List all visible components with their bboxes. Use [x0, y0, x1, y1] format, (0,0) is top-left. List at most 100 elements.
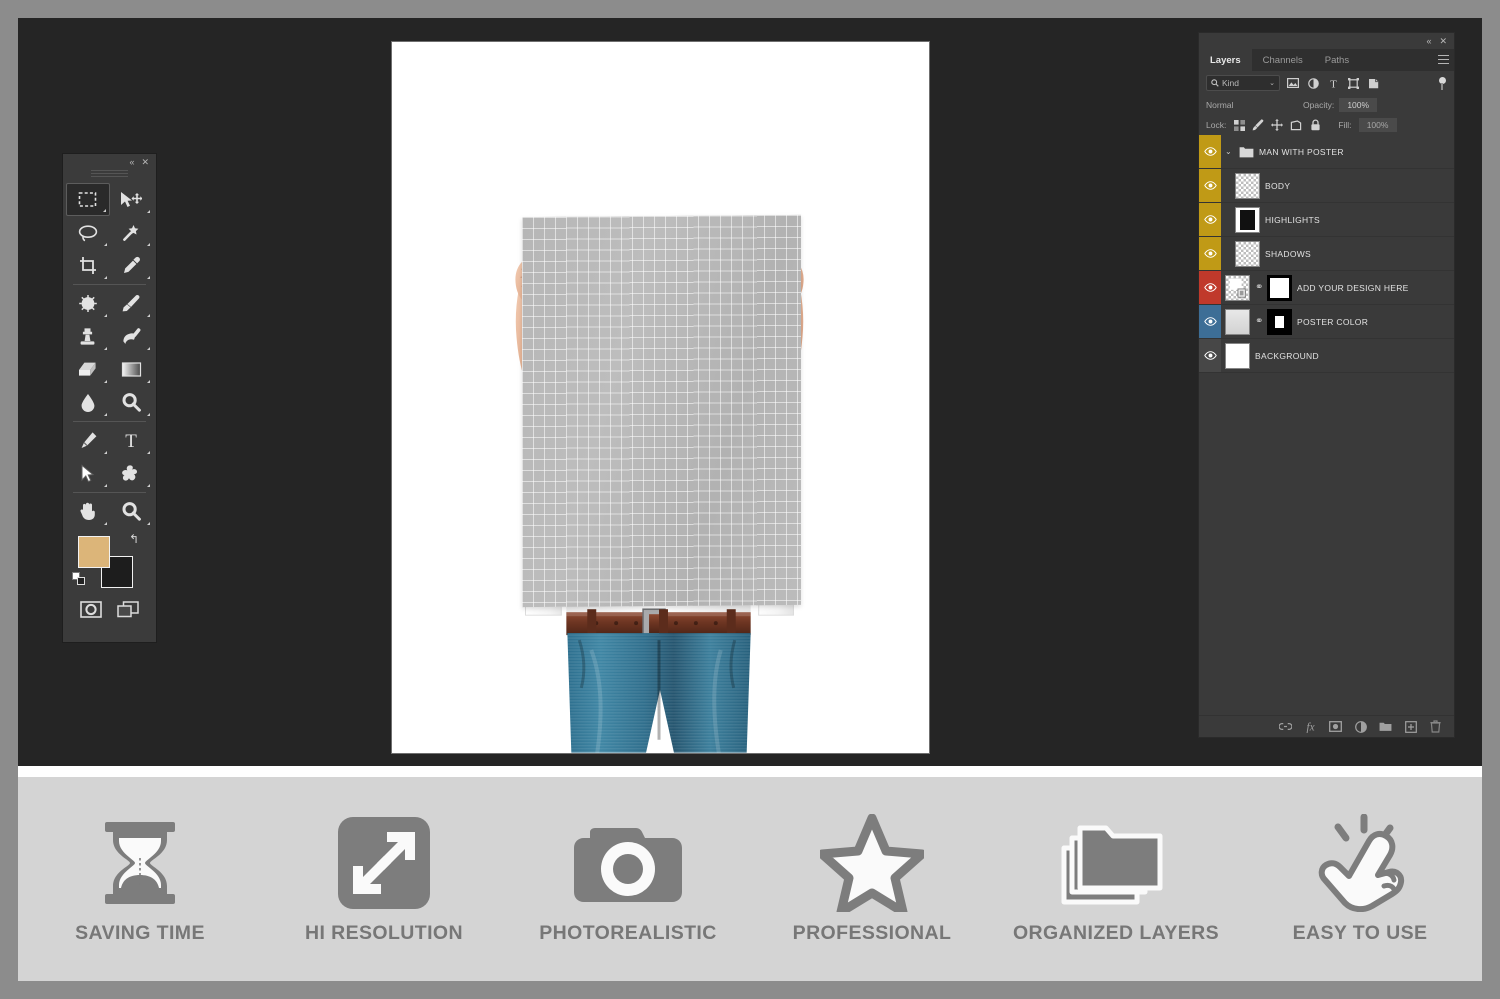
- zoom-tool[interactable]: [110, 495, 154, 528]
- layer-thumbnail[interactable]: [1235, 206, 1260, 233]
- table-row[interactable]: BACKGROUND: [1199, 339, 1454, 373]
- layer-row-body[interactable]: ⚭ POSTER COLOR: [1221, 305, 1454, 338]
- lock-all-icon[interactable]: [1309, 119, 1321, 131]
- foreground-color-swatch[interactable]: [78, 536, 110, 568]
- crop-tool[interactable]: [66, 249, 110, 282]
- layer-visibility-toggle[interactable]: [1199, 305, 1221, 338]
- table-row[interactable]: ⚭ POSTER COLOR: [1199, 305, 1454, 339]
- fill-input[interactable]: 100%: [1358, 118, 1397, 132]
- eyedropper-tool[interactable]: [110, 249, 154, 282]
- tab-paths[interactable]: Paths: [1313, 49, 1361, 71]
- table-row[interactable]: ⚭ ADD YOUR DESIGN HERE: [1199, 271, 1454, 305]
- panel-menu-icon[interactable]: [1438, 55, 1449, 64]
- add-layer-mask-icon[interactable]: [1329, 720, 1342, 733]
- layer-mask-thumbnail[interactable]: [1267, 274, 1292, 301]
- custom-shape-tool[interactable]: [110, 457, 154, 490]
- layer-visibility-toggle[interactable]: [1199, 271, 1221, 304]
- lock-transparency-icon[interactable]: [1233, 119, 1245, 131]
- mode-row: [66, 594, 153, 626]
- adjustment-filter-icon[interactable]: [1306, 76, 1320, 90]
- dodge-tool[interactable]: [110, 386, 154, 419]
- table-row[interactable]: SHADOWS: [1199, 237, 1454, 271]
- filter-kind-dropdown[interactable]: Kind ⌄: [1206, 75, 1280, 91]
- layer-visibility-toggle[interactable]: [1199, 135, 1221, 168]
- opacity-input[interactable]: 100%: [1339, 98, 1378, 112]
- layers-list[interactable]: ⌄ MAN WITH POSTER BODY HIGHLIGHTS SHADOWS ⚭ AD…: [1199, 135, 1454, 715]
- blend-mode-dropdown[interactable]: Normal: [1206, 98, 1298, 113]
- layer-visibility-toggle[interactable]: [1199, 339, 1221, 372]
- lock-artboard-nesting-icon[interactable]: [1290, 119, 1302, 131]
- move-tool[interactable]: [110, 183, 153, 216]
- tools-panel[interactable]: « ✕ T ↰: [62, 153, 157, 643]
- smart-object-filter-icon[interactable]: [1366, 76, 1380, 90]
- screen-mode-icon[interactable]: [111, 598, 145, 620]
- blur-tool[interactable]: [66, 386, 110, 419]
- table-row[interactable]: HIGHLIGHTS: [1199, 203, 1454, 237]
- tab-channels[interactable]: Channels: [1251, 49, 1314, 71]
- new-layer-icon[interactable]: [1404, 720, 1417, 733]
- spot-healing-brush-tool[interactable]: [66, 287, 110, 320]
- filter-enable-toggle[interactable]: [1438, 76, 1447, 90]
- magic-wand-tool[interactable]: [110, 216, 154, 249]
- rectangular-marquee-tool[interactable]: [66, 183, 110, 216]
- shape-filter-icon[interactable]: [1346, 76, 1360, 90]
- layer-row-body[interactable]: BODY: [1221, 169, 1454, 202]
- quick-mask-mode-icon[interactable]: [74, 598, 108, 620]
- blend-row: Normal Opacity: 100%: [1199, 95, 1454, 115]
- svg-text:T: T: [125, 431, 137, 450]
- artboard[interactable]: [391, 41, 930, 754]
- close-icon[interactable]: ✕: [141, 157, 149, 167]
- layer-visibility-toggle[interactable]: [1199, 203, 1221, 236]
- lock-image-pixels-icon[interactable]: [1252, 119, 1264, 131]
- tool-flyout-corner-icon: [147, 451, 150, 454]
- new-group-icon[interactable]: [1379, 720, 1392, 733]
- close-icon[interactable]: ✕: [1439, 36, 1447, 46]
- layer-row-body[interactable]: BACKGROUND: [1221, 339, 1454, 372]
- link-layers-icon[interactable]: [1279, 720, 1292, 733]
- chevron-down-icon[interactable]: ⌄: [1225, 147, 1234, 156]
- layer-row-body[interactable]: ⌄ MAN WITH POSTER: [1221, 135, 1454, 168]
- layer-visibility-toggle[interactable]: [1199, 237, 1221, 270]
- path-selection-tool[interactable]: [66, 457, 110, 490]
- layer-thumbnail[interactable]: [1235, 240, 1260, 267]
- layers-panel[interactable]: « ✕ Layers Channels Paths Kind ⌄ T Norma…: [1198, 32, 1455, 738]
- poster-placeholder[interactable]: [522, 214, 801, 608]
- brush-tool[interactable]: [110, 287, 154, 320]
- lock-row: Lock: Fill: 100%: [1199, 115, 1454, 135]
- collapse-icon[interactable]: «: [129, 157, 134, 167]
- hand-tool[interactable]: [66, 495, 110, 528]
- layer-mask-thumbnail[interactable]: [1267, 308, 1292, 335]
- panel-drag-grip[interactable]: [91, 170, 128, 179]
- layer-thumbnail[interactable]: [1225, 342, 1250, 369]
- layer-thumbnail[interactable]: [1225, 308, 1250, 335]
- tool-flyout-corner-icon: [103, 347, 107, 350]
- mask-link-icon[interactable]: ⚭: [1255, 282, 1263, 293]
- history-brush-tool[interactable]: [110, 320, 154, 353]
- tool-flyout-corner-icon: [103, 451, 107, 454]
- layer-style-fx-icon[interactable]: fx: [1304, 720, 1317, 733]
- swap-colors-icon[interactable]: ↰: [129, 532, 139, 546]
- type-filter-icon[interactable]: T: [1326, 76, 1340, 90]
- canvas-workspace[interactable]: « ✕ T ↰ « ✕ Layers Channels Paths Kind ⌄…: [18, 18, 1482, 766]
- pen-tool[interactable]: [66, 424, 110, 457]
- layer-row-body[interactable]: SHADOWS: [1221, 237, 1454, 270]
- mask-link-icon[interactable]: ⚭: [1255, 316, 1263, 327]
- lasso-tool[interactable]: [66, 216, 110, 249]
- type-tool[interactable]: T: [110, 424, 154, 457]
- tab-layers[interactable]: Layers: [1199, 49, 1252, 71]
- lock-position-icon[interactable]: [1271, 119, 1284, 131]
- layer-row-body[interactable]: HIGHLIGHTS: [1221, 203, 1454, 236]
- new-adjustment-layer-icon[interactable]: [1354, 720, 1367, 733]
- layer-row-body[interactable]: ⚭ ADD YOUR DESIGN HERE: [1221, 271, 1454, 304]
- default-colors-icon[interactable]: [72, 572, 86, 591]
- layer-visibility-toggle[interactable]: [1199, 169, 1221, 202]
- gradient-tool[interactable]: [110, 353, 154, 386]
- table-row[interactable]: ⌄ MAN WITH POSTER: [1199, 135, 1454, 169]
- layer-thumbnail[interactable]: [1235, 172, 1260, 199]
- eraser-tool[interactable]: [66, 353, 110, 386]
- table-row[interactable]: BODY: [1199, 169, 1454, 203]
- clone-stamp-tool[interactable]: [66, 320, 110, 353]
- pixel-filter-icon[interactable]: [1286, 76, 1300, 90]
- delete-layer-icon[interactable]: [1429, 720, 1442, 733]
- collapse-icon[interactable]: «: [1426, 36, 1431, 46]
